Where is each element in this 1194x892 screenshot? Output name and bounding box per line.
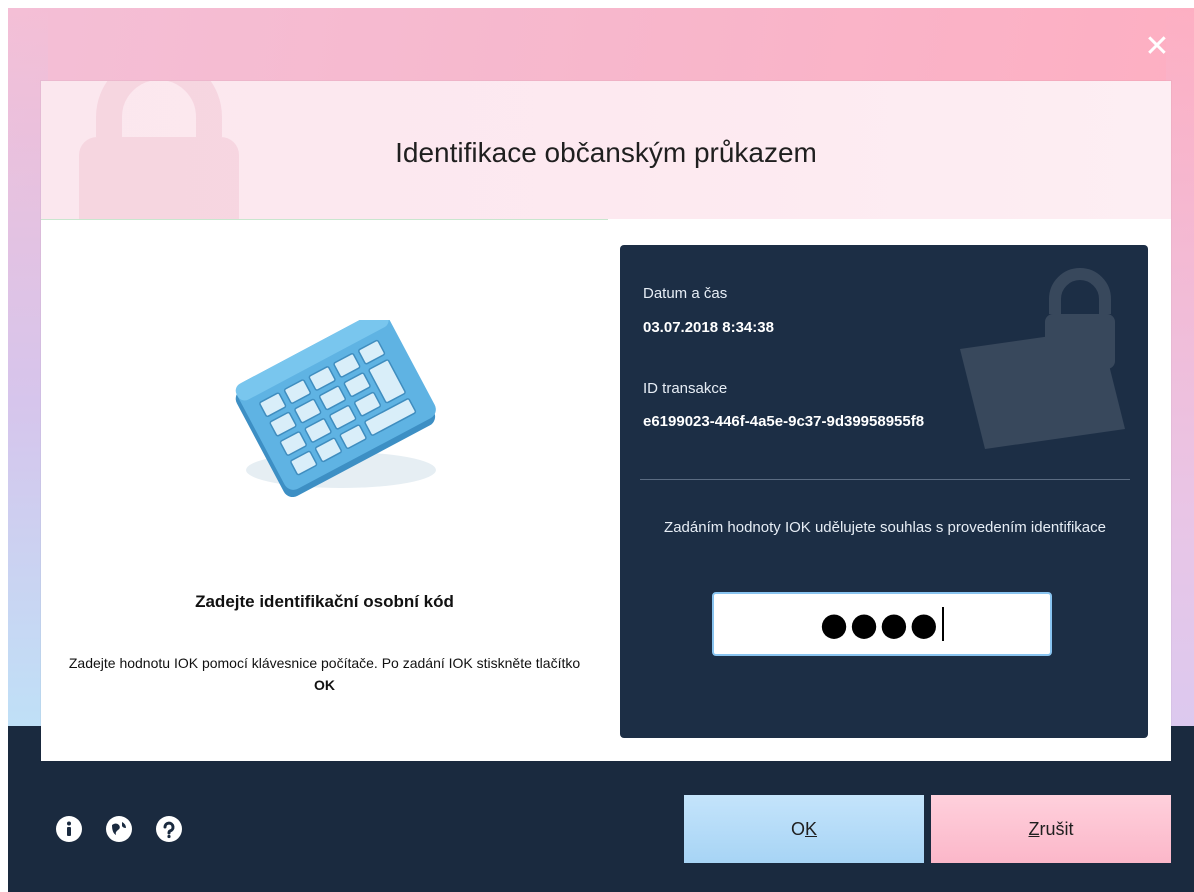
ok-button[interactable]: OK <box>684 795 924 863</box>
transaction-id-label: ID transakce <box>643 380 728 397</box>
info-glyph <box>57 817 81 841</box>
ok-button-label-accesskey: K <box>805 819 818 839</box>
cancel-button-label-accesskey: Z <box>1028 819 1040 839</box>
help-glyph <box>157 817 181 841</box>
transaction-id-value: e6199023-446f-4a5e-9c37-9d39958955f8 <box>643 413 925 430</box>
footer-icon-group <box>56 816 182 842</box>
envelope-lock-watermark-icon <box>960 268 1125 449</box>
instructions-text-ok: OK <box>314 677 335 693</box>
text-caret <box>941 607 944 641</box>
help-icon[interactable] <box>156 816 182 842</box>
info-separator <box>640 479 1130 480</box>
transaction-info-panel: Datum a čas 03.07.2018 8:34:38 ID transa… <box>620 245 1148 738</box>
dialog-window: ✕ Identifikace občanským průkazem Zadejt… <box>8 8 1194 892</box>
ok-button-label-prefix: O <box>790 819 805 839</box>
dialog-title: Identifikace občanským průkazem <box>395 137 817 168</box>
datetime-label: Datum a čas <box>643 285 728 302</box>
keypad-icon <box>235 320 436 498</box>
globe-glyph <box>107 817 131 841</box>
pin-masked-dots: ●●●● <box>820 605 940 643</box>
iok-pin-input[interactable]: ●●●● <box>712 592 1052 656</box>
instructions-text-body: Zadejte hodnotu IOK pomocí klávesnice po… <box>68 655 581 671</box>
consent-text: Zadáním hodnoty IOK udělujete souhlas s … <box>664 519 1106 536</box>
instructions-heading: Zadejte identifikační osobní kód <box>195 592 454 611</box>
instructions-panel: Zadejte identifikační osobní kód Zadejte… <box>41 220 608 761</box>
content-card: Identifikace občanským průkazem Zadejte … <box>41 81 1171 761</box>
globe-icon[interactable] <box>106 816 132 842</box>
card-header: Identifikace občanským průkazem <box>41 81 1171 219</box>
cancel-button-label-rest: rušit <box>1039 819 1074 839</box>
cancel-button[interactable]: Zrušit <box>931 795 1171 863</box>
info-icon[interactable] <box>56 816 82 842</box>
datetime-value: 03.07.2018 8:34:38 <box>643 319 774 336</box>
instructions-text: Zadejte hodnotu IOK pomocí klávesnice po… <box>61 652 588 696</box>
close-icon[interactable]: ✕ <box>1142 32 1172 62</box>
pin-input-value: ●●●● <box>714 594 1050 654</box>
